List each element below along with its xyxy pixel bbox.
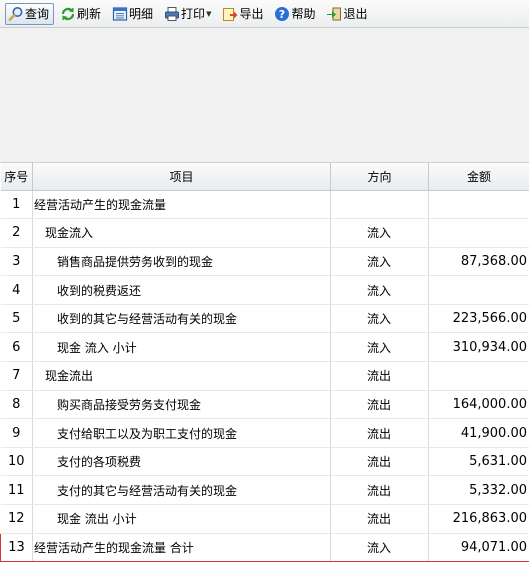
svg-text:?: ? <box>279 8 285 21</box>
cell-item: 支付的各项税费 <box>32 447 331 477</box>
print-button[interactable]: 打印 ▼ <box>161 3 216 25</box>
cell-seq: 6 <box>0 332 33 363</box>
cell-amount: 94,071.00 <box>428 532 529 563</box>
cell-amount: 87,368.00 <box>428 247 529 277</box>
cell-direction: 流出 <box>330 504 429 534</box>
table-row[interactable]: 12 现金 流出 小计 流出 216,863.00 <box>0 504 529 534</box>
cell-seq: 9 <box>0 418 33 448</box>
help-icon: ? <box>274 6 290 22</box>
cell-amount: 5,332.00 <box>428 475 529 506</box>
cell-item: 收到的税费返还 <box>32 275 331 305</box>
cell-direction <box>330 190 429 220</box>
print-label: 打印 <box>181 7 206 21</box>
detail-button[interactable]: 明细 <box>109 3 158 25</box>
cell-direction: 流入 <box>330 275 429 305</box>
cell-seq: 11 <box>0 475 33 506</box>
export-icon <box>222 6 238 22</box>
cell-item: 现金 流入 小计 <box>32 332 331 363</box>
cell-amount: 164,000.00 <box>428 390 529 420</box>
cell-item: 现金 流出 小计 <box>32 504 331 534</box>
printer-icon <box>164 6 180 22</box>
table-row[interactable]: 4 收到的税费返还 流入 <box>0 275 529 305</box>
cell-direction: 流入 <box>330 332 429 363</box>
exit-label: 退出 <box>343 7 368 21</box>
refresh-button[interactable]: 刷新 <box>57 3 106 25</box>
table-row[interactable]: 3 销售商品提供劳务收到的现金 流入 87,368.00 <box>0 247 529 277</box>
header-direction[interactable]: 方向 <box>330 163 429 191</box>
dropdown-caret-icon[interactable]: ▼ <box>206 10 211 18</box>
cell-seq: 4 <box>0 275 33 305</box>
query-condition-area <box>0 28 529 163</box>
detail-label: 明细 <box>129 7 154 21</box>
table-row-selected[interactable]: 13 经营活动产生的现金流量 合计 流入 94,071.00 <box>0 532 529 563</box>
cell-direction: 流入 <box>330 532 429 563</box>
cell-direction: 流出 <box>330 390 429 420</box>
toolbar: 查询 刷新 明细 打印 ▼ 导出 ? 帮助 退出 <box>0 0 529 28</box>
table-row[interactable]: 2 现金流入 流入 <box>0 218 529 248</box>
cell-seq: 3 <box>0 247 33 277</box>
refresh-label: 刷新 <box>77 7 102 21</box>
cell-amount <box>428 190 529 220</box>
refresh-icon <box>60 6 76 22</box>
cell-seq: 8 <box>0 390 33 420</box>
cell-item: 购买商品接受劳务支付现金 <box>32 390 331 420</box>
cell-item: 销售商品提供劳务收到的现金 <box>32 247 331 277</box>
header-item[interactable]: 项目 <box>32 163 331 191</box>
help-button[interactable]: ? 帮助 <box>271 3 320 25</box>
header-amount[interactable]: 金额 <box>428 163 529 191</box>
cell-item: 经营活动产生的现金流量 <box>32 190 331 220</box>
table-row[interactable]: 11 支付的其它与经营活动有关的现金 流出 5,332.00 <box>0 475 529 506</box>
cell-direction: 流出 <box>330 361 429 391</box>
table-row[interactable]: 6 现金 流入 小计 流入 310,934.00 <box>0 332 529 363</box>
cell-direction: 流入 <box>330 304 429 334</box>
cell-seq: 10 <box>0 447 33 477</box>
cell-item: 支付给职工以及为职工支付的现金 <box>32 418 331 448</box>
query-label: 查询 <box>25 7 50 21</box>
cell-item: 经营活动产生的现金流量 合计 <box>32 532 331 563</box>
cell-seq: 1 <box>0 190 33 220</box>
query-button[interactable]: 查询 <box>5 2 55 25</box>
cell-amount: 41,900.00 <box>428 418 529 448</box>
table-row[interactable]: 10 支付的各项税费 流出 5,631.00 <box>0 447 529 477</box>
table-row[interactable]: 5 收到的其它与经营活动有关的现金 流入 223,566.00 <box>0 304 529 334</box>
cell-item: 现金流出 <box>32 361 331 391</box>
cell-direction: 流入 <box>330 247 429 277</box>
cell-item: 收到的其它与经营活动有关的现金 <box>32 304 331 334</box>
magnifier-icon <box>8 6 24 22</box>
table-row[interactable]: 7 现金流出 流出 <box>0 361 529 391</box>
cell-direction: 流出 <box>330 475 429 506</box>
cell-seq: 12 <box>0 504 33 534</box>
export-button[interactable]: 导出 <box>219 3 268 25</box>
cell-amount: 310,934.00 <box>428 332 529 363</box>
detail-list-icon <box>112 6 128 22</box>
cash-flow-table: 序号 项目 方向 金额 1 经营活动产生的现金流量 2 现金流入 流入 3 销售… <box>0 163 529 563</box>
table-header-row: 序号 项目 方向 金额 <box>0 163 529 191</box>
cell-amount: 223,566.00 <box>428 304 529 334</box>
cell-amount: 5,631.00 <box>428 447 529 477</box>
cell-direction: 流出 <box>330 418 429 448</box>
cell-seq: 7 <box>0 361 33 391</box>
header-seq[interactable]: 序号 <box>0 163 33 191</box>
cell-seq: 13 <box>0 532 33 563</box>
exit-icon <box>326 6 342 22</box>
cell-item: 支付的其它与经营活动有关的现金 <box>32 475 331 506</box>
cell-amount <box>428 218 529 248</box>
cell-amount <box>428 361 529 391</box>
cell-item: 现金流入 <box>32 218 331 248</box>
cell-amount <box>428 275 529 305</box>
cell-amount: 216,863.00 <box>428 504 529 534</box>
table-row[interactable]: 9 支付给职工以及为职工支付的现金 流出 41,900.00 <box>0 418 529 448</box>
cell-direction: 流出 <box>330 447 429 477</box>
cell-direction: 流入 <box>330 218 429 248</box>
table-row[interactable]: 1 经营活动产生的现金流量 <box>0 190 529 220</box>
help-label: 帮助 <box>291 7 316 21</box>
exit-button[interactable]: 退出 <box>323 3 372 25</box>
cell-seq: 2 <box>0 218 33 248</box>
table-row[interactable]: 8 购买商品接受劳务支付现金 流出 164,000.00 <box>0 390 529 420</box>
export-label: 导出 <box>239 7 264 21</box>
cell-seq: 5 <box>0 304 33 334</box>
